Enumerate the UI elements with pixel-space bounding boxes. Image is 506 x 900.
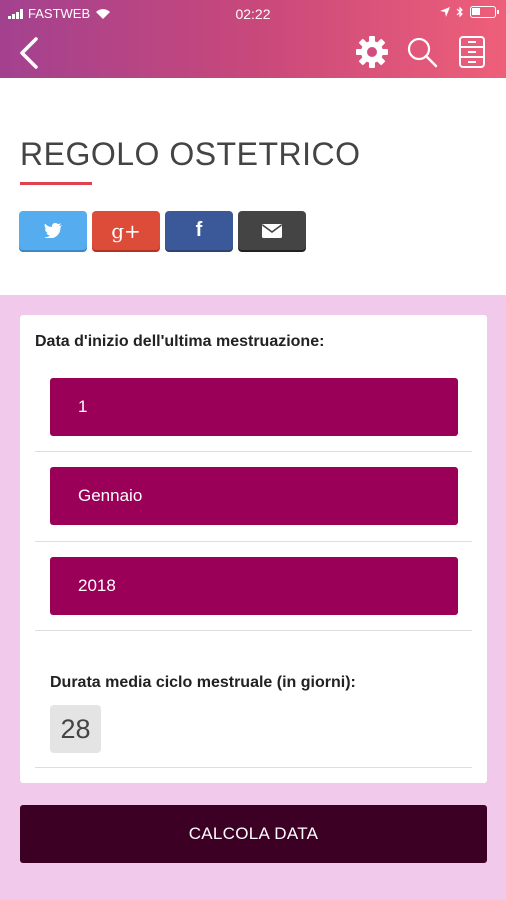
divider [35,541,472,542]
location-icon [440,7,450,17]
day-select[interactable]: 1 [50,378,458,436]
battery-icon [470,6,499,18]
last-period-label: Data d'inizio dell'ultima mestruazione: [35,333,325,350]
twitter-icon [44,223,62,238]
search-icon[interactable] [404,34,440,70]
title-underline [20,182,92,185]
app-header: FASTWEB 02:22 [0,0,506,78]
twitter-share-button[interactable] [19,211,87,250]
share-buttons: g+ f [19,211,306,250]
facebook-share-button[interactable]: f [165,211,233,250]
calculator-form: Data d'inizio dell'ultima mestruazione: … [20,315,487,783]
nav-bar [0,28,506,78]
email-icon [262,223,282,238]
archive-icon[interactable] [454,34,490,70]
divider [35,451,472,452]
gear-icon[interactable] [354,34,390,70]
year-select[interactable]: 2018 [50,557,458,615]
divider [35,767,472,768]
status-right [440,6,499,18]
nav-actions [354,34,490,70]
back-icon[interactable] [14,36,44,70]
divider [35,630,472,631]
status-bar: FASTWEB 02:22 [0,0,506,28]
status-time: 02:22 [235,6,271,22]
email-share-button[interactable] [238,211,306,250]
google-plus-share-button[interactable]: g+ [92,211,160,250]
month-select[interactable]: Gennaio [50,467,458,525]
calculate-button[interactable]: CALCOLA DATA [20,805,487,863]
title-section: REGOLO OSTETRICO g+ f [0,78,506,295]
facebook-icon: f [195,219,203,241]
cycle-length-label: Durata media ciclo mestruale (in giorni)… [50,674,356,691]
google-plus-icon: g+ [111,218,141,243]
bluetooth-icon [456,6,463,18]
cycle-length-input[interactable]: 28 [50,705,101,753]
page-title: REGOLO OSTETRICO [20,136,361,172]
